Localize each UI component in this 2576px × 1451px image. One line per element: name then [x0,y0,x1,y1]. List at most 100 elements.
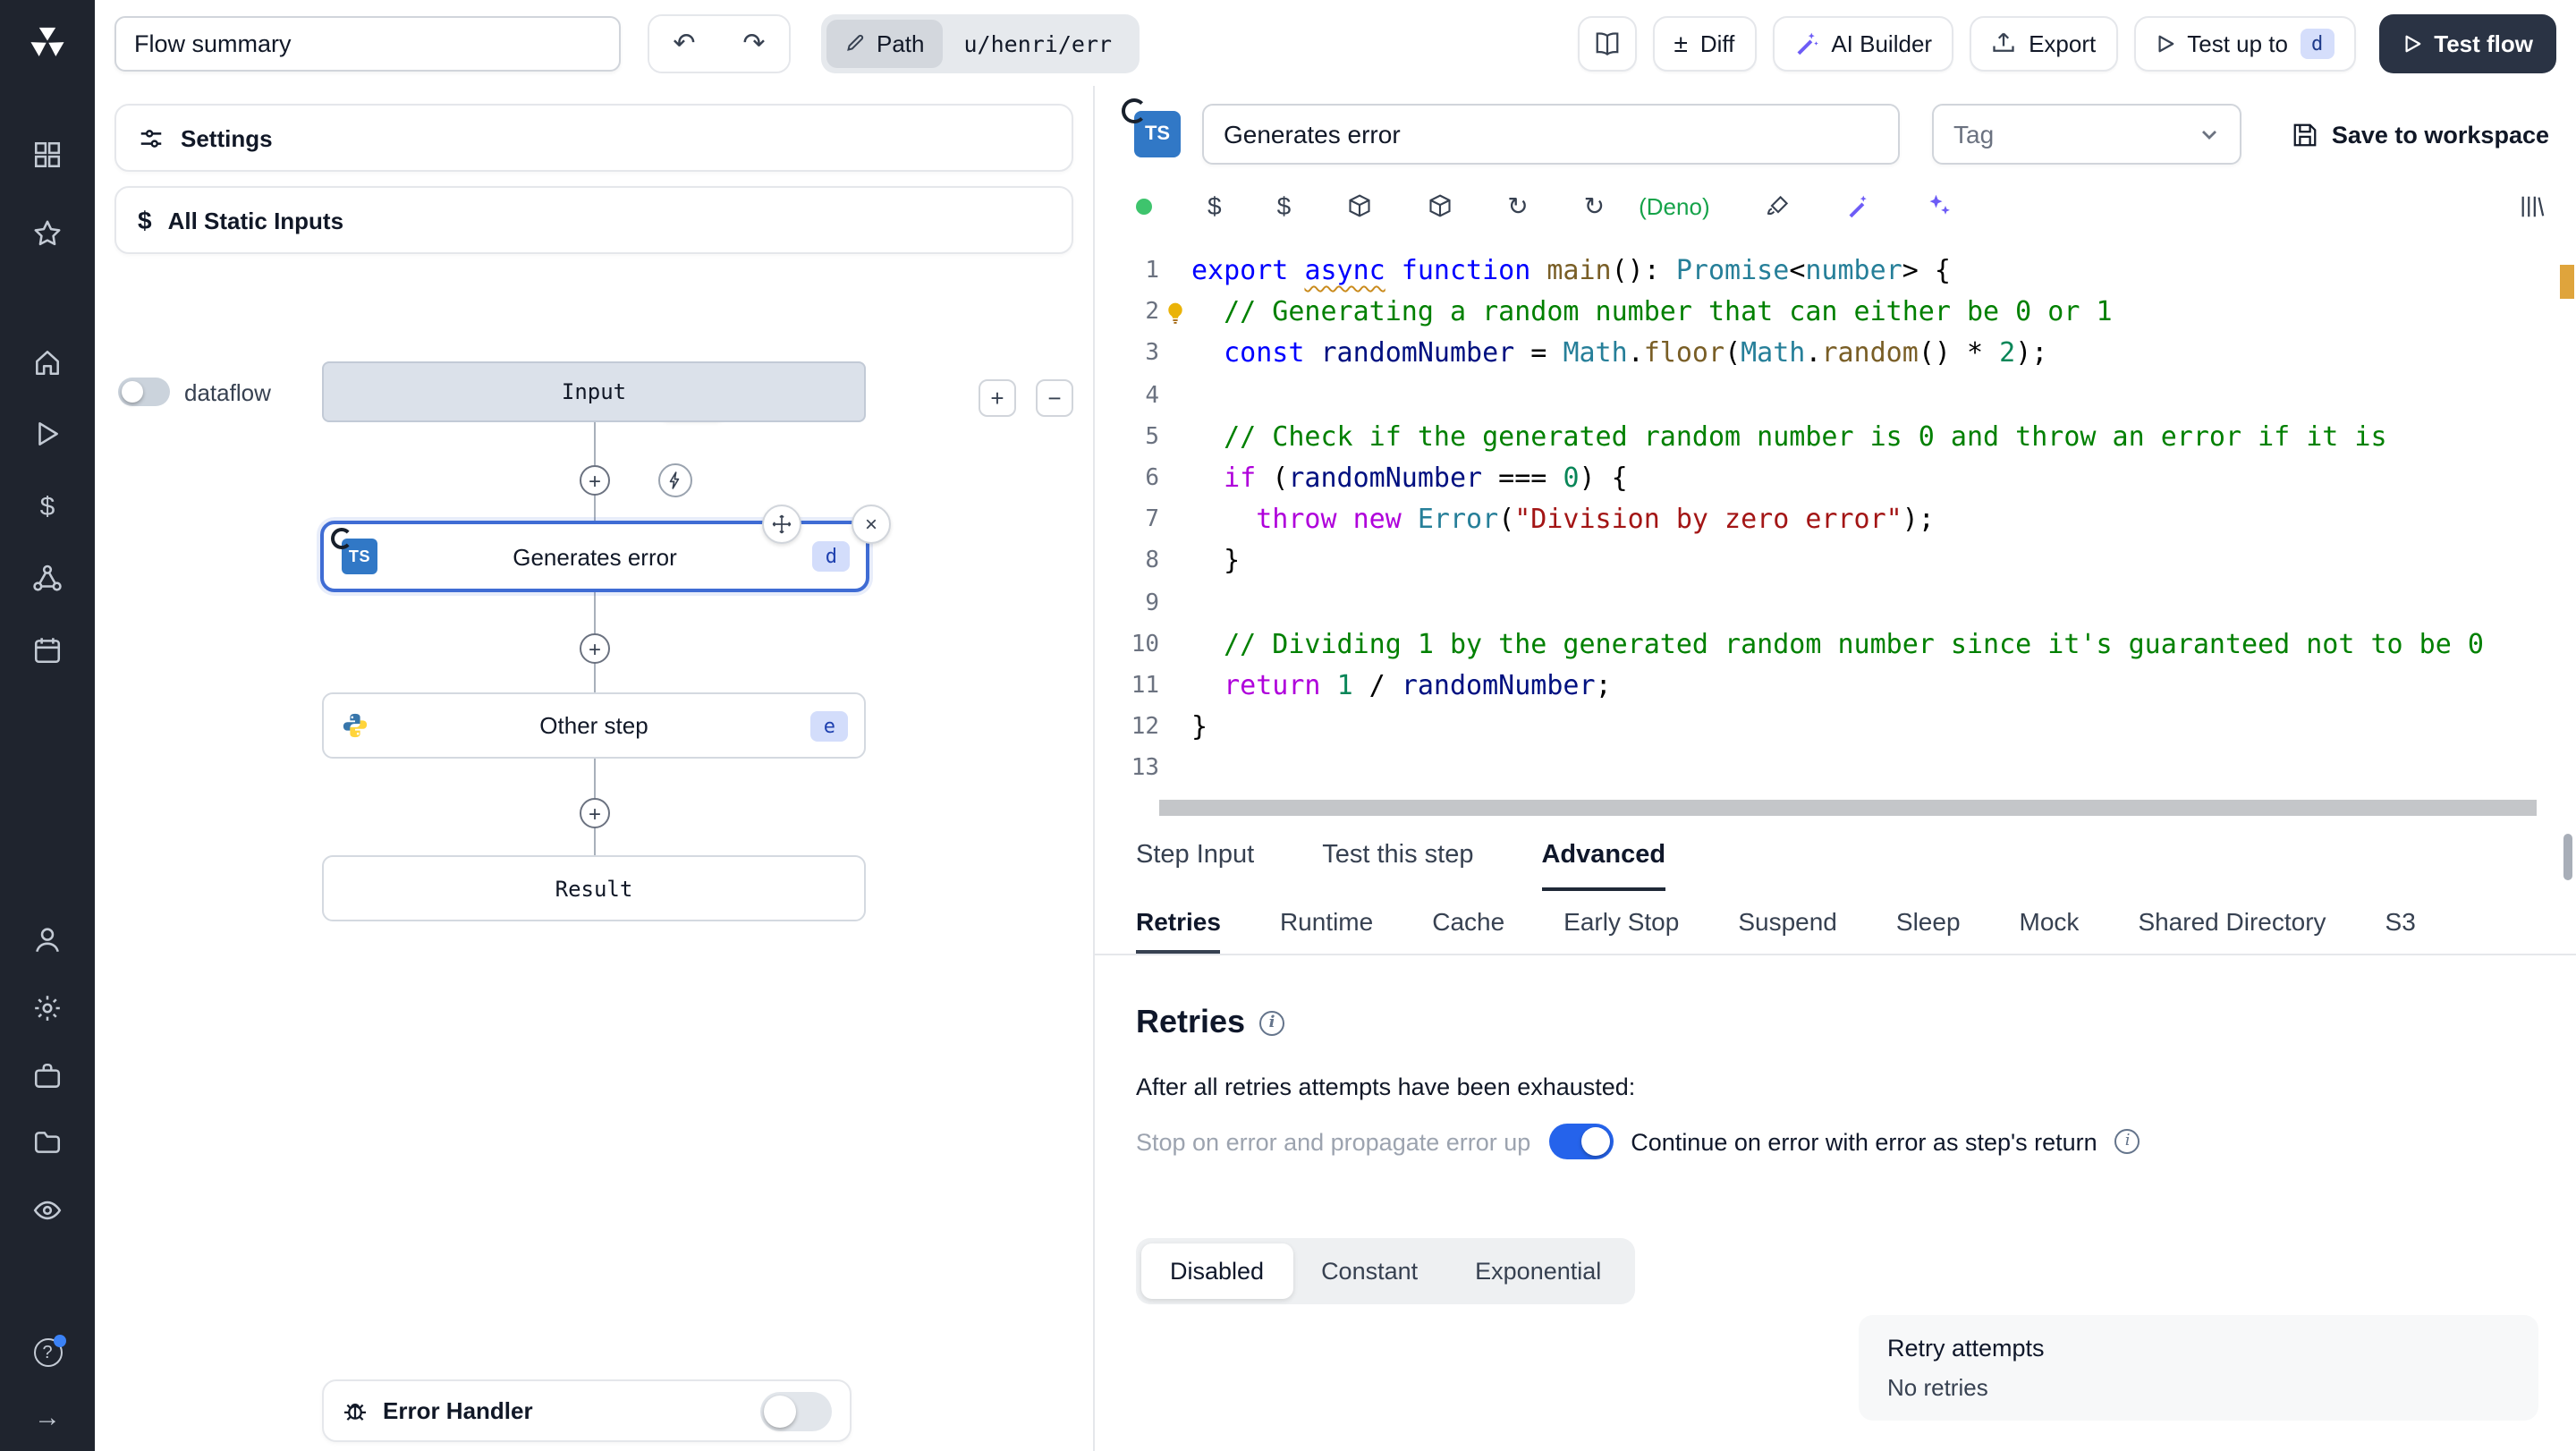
package-icon[interactable] [1346,193,1371,218]
error-handler-row[interactable]: Error Handler [322,1379,852,1442]
subtab-s3[interactable]: S3 [2385,891,2416,954]
collapse-arrow-icon[interactable]: → [0,1403,95,1433]
package-lock-icon[interactable] [1427,193,1452,218]
diff-button[interactable]: ± Diff [1652,15,1757,71]
code-line[interactable] [1159,582,2551,624]
node-result[interactable]: Result [322,855,866,921]
code-line[interactable]: // Generating a random number that can e… [1159,292,2551,333]
code-editor[interactable]: 1 2 3 4 5 6 7 8 9 10 11 12 13 export async function … [1095,242,2576,821]
step-name-input[interactable] [1202,104,1900,165]
redo-button[interactable]: ↷ [719,15,789,71]
resources-hub-icon[interactable] [0,564,95,594]
info-icon[interactable] [1259,1010,1285,1035]
windmill-logo-icon[interactable] [0,21,95,63]
code-line[interactable] [1159,749,2551,790]
all-static-inputs-button[interactable]: $ All Static Inputs [114,186,1073,254]
ai-builder-button[interactable]: AI Builder [1772,15,1954,71]
node-generates-error[interactable]: TS Generates error d × [320,505,891,592]
node-label: Generates error [513,543,677,570]
code-line[interactable] [1159,375,2551,416]
library-panel-icon[interactable] [2519,192,2546,219]
play-icon [2402,33,2421,53]
continue-on-error-toggle[interactable] [1548,1124,1614,1159]
trigger-bolt-button[interactable] [658,463,692,497]
tabs-row: Step Input Test this step Advanced [1095,821,2576,891]
tab-advanced[interactable]: Advanced [1541,821,1666,891]
editor-code[interactable]: export async function main(): Promise<nu… [1159,250,2551,790]
subtab-retries[interactable]: Retries [1136,891,1221,954]
node-input[interactable]: Input [322,361,866,422]
home-icon[interactable] [0,347,95,378]
delete-step-button[interactable]: × [852,505,891,544]
code-line[interactable]: // Dividing 1 by the generated random nu… [1159,624,2551,665]
export-button[interactable]: Export [1970,15,2118,71]
reload-icon[interactable]: ↻ [1584,191,1605,221]
undo-button[interactable]: ↶ [649,15,719,71]
zoom-in-button[interactable]: + [979,379,1016,417]
insert-step-button[interactable] [580,633,610,664]
insert-step-button[interactable] [580,798,610,828]
subtab-shared-directory[interactable]: Shared Directory [2138,891,2326,954]
subtab-sleep[interactable]: Sleep [1896,891,1961,954]
save-to-workspace-button[interactable]: Save to workspace [2292,121,2549,148]
code-line[interactable]: // Check if the generated random number … [1159,417,2551,458]
code-line[interactable]: } [1159,541,2551,582]
variable-picker-icon[interactable]: $ [1208,191,1222,220]
reset-icon[interactable]: ↻ [1507,191,1528,221]
ai-wand-icon[interactable] [1846,193,1871,218]
subtab-mock[interactable]: Mock [2020,891,2080,954]
zoom-out-button[interactable]: − [1036,379,1073,417]
error-handler-toggle[interactable] [760,1391,832,1430]
docs-book-button[interactable] [1577,15,1637,71]
star-icon[interactable] [0,218,95,249]
notification-dot [53,1335,65,1347]
code-line[interactable]: const randomNumber = Math.floor(Math.ran… [1159,334,2551,375]
variables-dollar-icon[interactable]: $ [0,492,95,522]
settings-gear-icon[interactable] [0,993,95,1023]
help-icon[interactable]: ? [0,1335,95,1367]
tag-select[interactable]: Tag [1932,104,2241,165]
test-flow-button[interactable]: Test flow [2378,13,2556,72]
mode-exponential[interactable]: Exponential [1446,1243,1630,1299]
mode-constant[interactable]: Constant [1292,1243,1446,1299]
subtab-early-stop[interactable]: Early Stop [1563,891,1679,954]
runs-play-icon[interactable] [0,419,95,449]
code-line[interactable]: return 1 / randomNumber; [1159,666,2551,707]
apps-grid-icon[interactable] [0,140,95,170]
node-other-step[interactable]: Other step e [322,692,866,759]
code-line[interactable]: } [1159,707,2551,748]
warning-ruler-mark [2560,265,2574,299]
dataflow-toggle[interactable] [118,378,170,406]
language-label: (Deno) [1639,192,1710,219]
subtab-runtime[interactable]: Runtime [1280,891,1373,954]
vertical-scrollbar[interactable] [2563,834,2572,880]
folders-icon[interactable] [0,1127,95,1158]
schedules-calendar-icon[interactable] [0,635,95,666]
subtab-cache[interactable]: Cache [1432,891,1504,954]
flow-settings-button[interactable]: Settings [114,104,1073,172]
test-up-to-button[interactable]: Test up to d [2133,15,2356,71]
move-handle[interactable] [762,505,801,544]
tab-step-input[interactable]: Step Input [1136,821,1254,891]
tab-test-this-step[interactable]: Test this step [1322,821,1473,891]
format-brush-icon[interactable] [1766,193,1791,218]
workers-briefcase-icon[interactable] [0,1061,95,1091]
insert-step-button[interactable] [580,465,610,496]
code-line[interactable]: export async function main(): Promise<nu… [1159,250,2551,292]
plus-icon: + [990,385,1004,412]
info-icon[interactable] [2114,1129,2140,1154]
audit-eye-icon[interactable] [0,1195,95,1226]
resource-picker-icon[interactable]: $ [1277,191,1292,220]
line-number: 5 [1145,423,1159,451]
code-line[interactable]: if (randomNumber === 0) { [1159,458,2551,499]
lightbulb-icon[interactable] [1163,301,1188,326]
mode-disabled[interactable]: Disabled [1141,1243,1293,1299]
horizontal-scrollbar[interactable] [1159,800,2537,816]
subtab-suspend[interactable]: Suspend [1738,891,1837,954]
account-person-icon[interactable] [0,925,95,955]
code-line[interactable]: throw new Error("Division by zero error"… [1159,499,2551,540]
editor-toolbar: $ $ ↻ ↻ (Deno) [1095,181,2576,231]
sparkles-icon[interactable] [1927,193,1952,218]
path-button[interactable]: Path u/henri/err [821,13,1140,72]
flow-summary-input[interactable] [114,15,621,71]
